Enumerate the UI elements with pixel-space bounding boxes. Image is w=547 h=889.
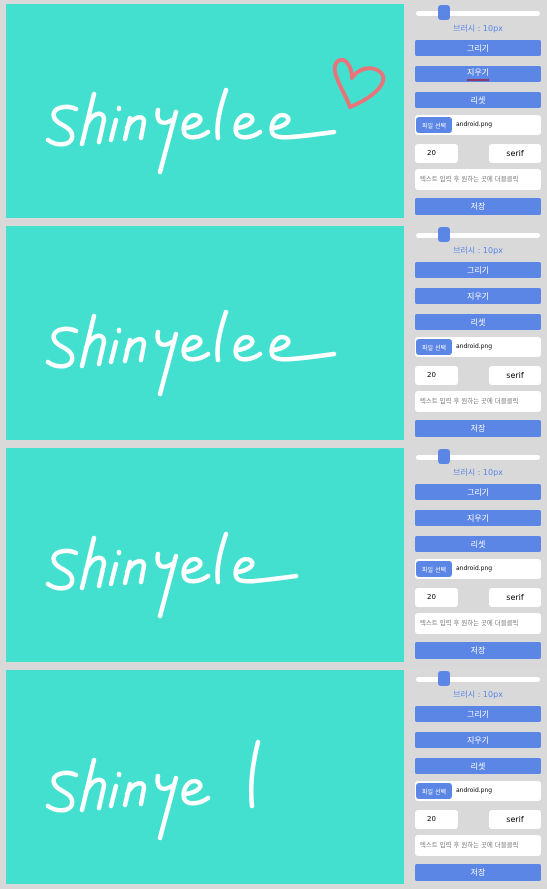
drawing-canvas[interactable] <box>6 4 404 218</box>
reset-button-label: 리셋 <box>470 317 486 327</box>
slider-thumb[interactable] <box>438 449 450 464</box>
erase-button[interactable]: 지우기 <box>415 510 541 526</box>
reset-button[interactable]: 리셋 <box>415 92 541 108</box>
brush-size-label: 브러시 : 10px <box>453 246 503 255</box>
font-family-select[interactable]: serif <box>489 144 541 163</box>
text-input[interactable]: 텍스트 입력 후 원하는 곳에 더블클릭 <box>415 169 541 190</box>
file-input[interactable]: 파일 선택 android.png <box>415 559 541 579</box>
brush-size-slider[interactable] <box>416 449 540 464</box>
font-family-select[interactable]: serif <box>489 366 541 385</box>
brush-size-slider[interactable] <box>416 5 540 20</box>
draw-button-label: 그리기 <box>466 43 490 53</box>
brush-size-label: 브러시 : 10px <box>453 690 503 699</box>
handwriting-drawing <box>45 57 386 175</box>
font-size-input[interactable]: 20 <box>415 144 458 163</box>
file-select-button[interactable]: 파일 선택 <box>416 117 452 133</box>
brush-size-label: 브러시 : 10px <box>453 468 503 477</box>
file-select-button[interactable]: 파일 선택 <box>416 561 452 577</box>
font-size-input[interactable]: 20 <box>415 588 458 607</box>
erase-button[interactable]: 지우기 <box>415 66 541 82</box>
file-name: android.png <box>456 121 493 128</box>
handwriting-drawing <box>45 309 337 397</box>
control-panel: 브러시 : 10px 그리기 지우기 리셋 파일 선택 android.png … <box>414 222 542 442</box>
font-size-input[interactable]: 20 <box>415 366 458 385</box>
drawing-canvas[interactable] <box>6 670 404 884</box>
draw-button-label: 그리기 <box>466 487 490 497</box>
draw-button[interactable]: 그리기 <box>415 706 541 722</box>
reset-button-label: 리셋 <box>470 539 486 549</box>
slider-thumb[interactable] <box>438 671 450 686</box>
erase-button-label: 지우기 <box>466 513 490 523</box>
reset-button[interactable]: 리셋 <box>415 536 541 552</box>
text-input[interactable]: 텍스트 입력 후 원하는 곳에 더블클릭 <box>415 613 541 634</box>
brush-size-slider[interactable] <box>416 227 540 242</box>
file-input[interactable]: 파일 선택 android.png <box>415 115 541 135</box>
control-panel: 브러시 : 10px 그리기 지우기 리셋 파일 선택 android.png … <box>414 444 542 664</box>
file-name: android.png <box>456 565 493 572</box>
reset-button-label: 리셋 <box>470 95 486 105</box>
reset-button[interactable]: 리셋 <box>415 758 541 774</box>
text-input[interactable]: 텍스트 입력 후 원하는 곳에 더블클릭 <box>415 835 541 856</box>
erase-button-label: 지우기 <box>466 735 490 745</box>
font-size-input[interactable]: 20 <box>415 810 458 829</box>
brush-size-slider[interactable] <box>416 671 540 686</box>
erase-button[interactable]: 지우기 <box>415 288 541 304</box>
brush-size-label: 브러시 : 10px <box>453 24 503 33</box>
file-select-button[interactable]: 파일 선택 <box>416 783 452 799</box>
control-panel: 브러시 : 10px 그리기 지우기 리셋 파일 선택 android.png … <box>414 666 542 886</box>
slider-thumb[interactable] <box>438 227 450 242</box>
file-input[interactable]: 파일 선택 android.png <box>415 337 541 357</box>
drawing-canvas[interactable] <box>6 226 404 440</box>
reset-button-label: 리셋 <box>470 761 486 771</box>
slider-thumb[interactable] <box>438 5 450 20</box>
draw-button[interactable]: 그리기 <box>415 262 541 278</box>
drawing-canvas[interactable] <box>6 448 404 662</box>
save-button[interactable]: 저장 <box>415 198 541 215</box>
draw-button[interactable]: 그리기 <box>415 484 541 500</box>
draw-button-label: 그리기 <box>466 265 490 275</box>
control-panel: 브러시 : 10px 그리기 지우기 리셋 파일 선택 android.png … <box>414 0 542 220</box>
save-button[interactable]: 저장 <box>415 864 541 881</box>
erase-button-label: 지우기 <box>466 67 490 81</box>
handwriting-drawing <box>45 531 299 619</box>
paint-app-panel: 브러시 : 10px 그리기 지우기 리셋 파일 선택 android.png … <box>0 666 547 886</box>
file-name: android.png <box>456 343 493 350</box>
file-input[interactable]: 파일 선택 android.png <box>415 781 541 801</box>
draw-button[interactable]: 그리기 <box>415 40 541 56</box>
reset-button[interactable]: 리셋 <box>415 314 541 330</box>
paint-app-panel: 브러시 : 10px 그리기 지우기 리셋 파일 선택 android.png … <box>0 222 547 442</box>
font-family-select[interactable]: serif <box>489 810 541 829</box>
paint-app-panel: 브러시 : 10px 그리기 지우기 리셋 파일 선택 android.png … <box>0 0 547 220</box>
file-name: android.png <box>456 787 493 794</box>
paint-app-panel: 브러시 : 10px 그리기 지우기 리셋 파일 선택 android.png … <box>0 444 547 664</box>
handwriting-drawing <box>45 739 261 841</box>
text-input[interactable]: 텍스트 입력 후 원하는 곳에 더블클릭 <box>415 391 541 412</box>
save-button[interactable]: 저장 <box>415 642 541 659</box>
save-button[interactable]: 저장 <box>415 420 541 437</box>
draw-button-label: 그리기 <box>466 709 490 719</box>
file-select-button[interactable]: 파일 선택 <box>416 339 452 355</box>
erase-button-label: 지우기 <box>466 291 490 301</box>
erase-button[interactable]: 지우기 <box>415 732 541 748</box>
font-family-select[interactable]: serif <box>489 588 541 607</box>
